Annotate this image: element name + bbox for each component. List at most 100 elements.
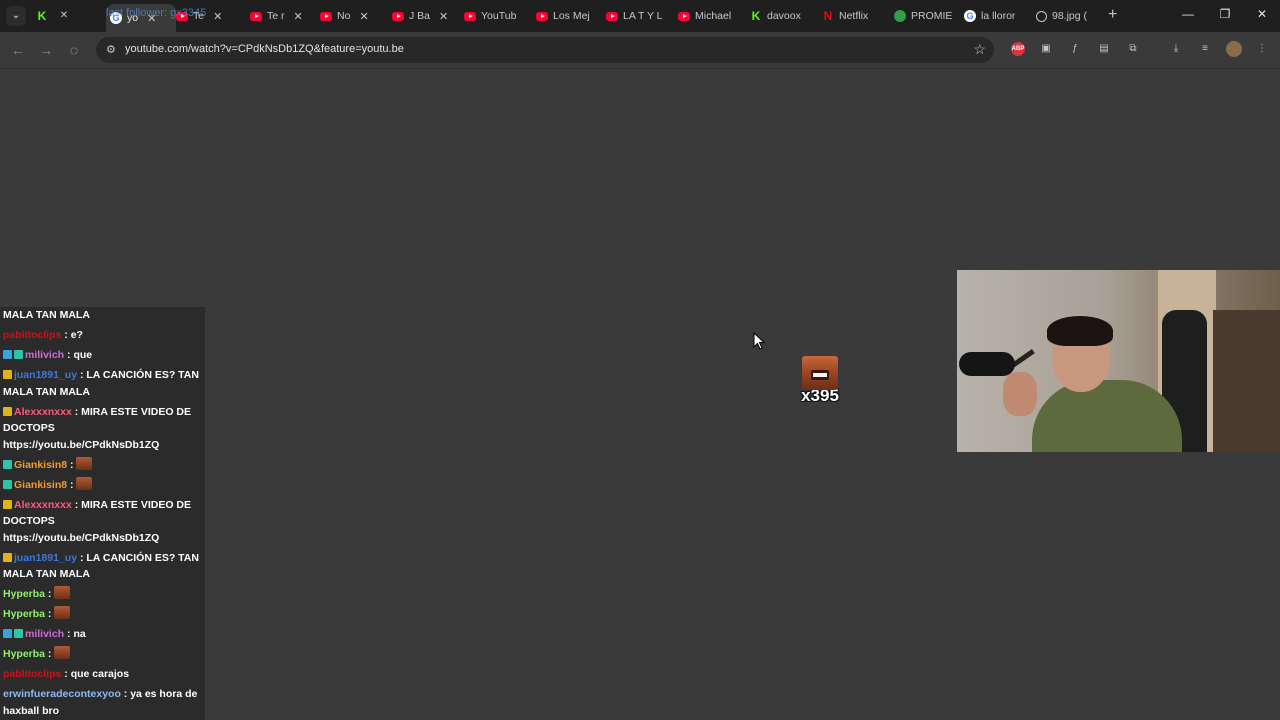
- tab-label: Te: [193, 10, 205, 22]
- tab-label: No: [337, 10, 351, 22]
- user-badge-icon: [14, 629, 23, 638]
- chat-message: erwinfueradecontexyoo : ya es hora de ha…: [0, 686, 205, 719]
- profile-avatar[interactable]: [1226, 41, 1242, 57]
- subscriber-badge-icon: [3, 370, 12, 379]
- tab-close-icon[interactable]: ✕: [213, 10, 222, 23]
- download-icon[interactable]: ⤓: [1169, 42, 1183, 56]
- tab-15[interactable]: 98.jpg (: [1036, 4, 1106, 28]
- tab-11[interactable]: Kdavoox: [750, 4, 820, 28]
- tab-label: yo: [127, 12, 139, 24]
- youtube-icon: [606, 11, 618, 21]
- kick-icon: K: [751, 9, 761, 23]
- site-info-icon[interactable]: ⚙: [106, 43, 116, 56]
- chat-message: Hyperba :: [0, 606, 205, 623]
- tab-14[interactable]: Gla lloror: [964, 4, 1032, 28]
- youtube-icon: [320, 11, 332, 21]
- tab-2[interactable]: Gyo ✕: [106, 4, 176, 32]
- chat-message: Hyperba :: [0, 646, 205, 663]
- webcam-overlay: [957, 270, 1280, 452]
- puzzle-icon[interactable]: ⧉: [1126, 42, 1140, 56]
- user-badge-icon: [3, 629, 12, 638]
- new-tab-plus-icon[interactable]: +: [1108, 7, 1117, 23]
- tab-strip: ⌄ K ✕ Gyo ✕ Te ✕ Te r ✕ No ✕ J Ba ✕ YouTub Los Mej LA …: [0, 0, 1280, 32]
- chat-username[interactable]: juan1891_uy: [14, 369, 77, 381]
- chat-username[interactable]: juan1891_uy: [14, 552, 77, 564]
- chat-username[interactable]: pablitoclips: [3, 668, 61, 680]
- chat-username[interactable]: Alexxxnxxx: [14, 499, 72, 511]
- address-bar[interactable]: ⚙ youtube.com/watch?v=CPdkNsDb1ZQ&featur…: [96, 37, 994, 63]
- chat-separator: :: [77, 551, 87, 564]
- bookmark-star-icon[interactable]: ☆: [973, 41, 986, 58]
- back-arrow-icon[interactable]: ←: [8, 41, 28, 59]
- tab-8[interactable]: Los Mej: [536, 4, 608, 28]
- chat-emote-icon: [54, 646, 71, 659]
- user-badge-icon: [3, 350, 12, 359]
- reading-list-icon[interactable]: ≡: [1198, 42, 1212, 56]
- forward-arrow-icon[interactable]: →: [36, 41, 56, 59]
- tab-12[interactable]: N Netflix: [822, 4, 890, 28]
- tab-3[interactable]: Te ✕: [176, 4, 242, 28]
- webcam-streamer-hand: [1003, 372, 1037, 416]
- tab-6[interactable]: J Ba ✕: [392, 4, 454, 28]
- tab-close-icon[interactable]: ✕: [147, 12, 156, 25]
- user-badge-icon: [3, 479, 12, 489]
- chat-separator: :: [71, 405, 82, 418]
- chat-message: Giankisin8 :: [0, 456, 205, 474]
- tab-label: PROMIE: [911, 10, 953, 22]
- close-window-icon[interactable]: ✕: [1239, 7, 1280, 21]
- chat-message: Alexxxnxxx : MIRA ESTE VIDEO DE DOCTOPS …: [0, 404, 205, 454]
- chat-message: Alexxxnxxx : MIRA ESTE VIDEO DE DOCTOPS …: [0, 497, 205, 547]
- chat-username[interactable]: Giankisin8: [14, 459, 67, 471]
- chat-username[interactable]: Alexxxnxxx: [14, 406, 72, 418]
- chat-username[interactable]: pablitoclips: [3, 329, 61, 341]
- chat-emote-icon: [54, 586, 71, 599]
- tab-label: Michael: [695, 10, 732, 22]
- mute-icon: ✕: [59, 10, 69, 21]
- subscriber-badge-icon: [3, 406, 12, 416]
- tab-5[interactable]: No ✕: [320, 4, 382, 28]
- tab-1[interactable]: ✕: [58, 4, 80, 28]
- chat-username[interactable]: Hyperba: [3, 608, 45, 620]
- tab-4[interactable]: Te r ✕: [250, 4, 312, 28]
- user-badge-icon: [3, 459, 12, 469]
- menu-kebab-icon[interactable]: ⋮: [1255, 42, 1269, 56]
- chat-message: pablitoclips : e?: [0, 327, 205, 344]
- chat-message: milivich : na: [0, 626, 205, 643]
- tab-7[interactable]: YouTub: [464, 4, 532, 28]
- chat-username[interactable]: Hyperba: [3, 648, 45, 660]
- chat-text: e?: [70, 329, 83, 341]
- media-icon[interactable]: ▤: [1097, 42, 1111, 56]
- chat-separator: :: [120, 688, 131, 700]
- youtube-icon: [250, 11, 262, 21]
- tab-label: Netflix: [839, 10, 869, 22]
- abp-icon[interactable]: ABP: [1011, 42, 1025, 56]
- chat-username[interactable]: Giankisin8: [14, 479, 67, 491]
- chat-separator: :: [67, 478, 77, 491]
- youtube-icon: [536, 11, 548, 21]
- chat-message-list: MALA TAN MALA pablitoclips : e? milivich :…: [0, 307, 205, 719]
- chat-text: que: [73, 349, 93, 361]
- loading-spinner-icon[interactable]: ◌: [64, 41, 84, 59]
- chat-message: milivich : que: [0, 347, 205, 364]
- webcam-shelf: [1213, 310, 1280, 452]
- google-icon: G: [964, 10, 976, 22]
- netflix-icon: N: [823, 9, 833, 23]
- tab-close-icon[interactable]: ✕: [359, 10, 368, 23]
- script-icon[interactable]: ƒ: [1068, 42, 1082, 56]
- chat-username[interactable]: Hyperba: [3, 588, 45, 600]
- chat-username[interactable]: erwinfueradecontexyoo: [3, 688, 121, 700]
- tab-13[interactable]: PROMIE: [894, 4, 964, 28]
- tab-close-icon[interactable]: ✕: [294, 10, 303, 23]
- google-icon: G: [110, 12, 122, 24]
- chat-username[interactable]: milivich: [25, 628, 64, 640]
- screenshot-icon[interactable]: ▣: [1039, 42, 1053, 56]
- tab-search-chevron-icon[interactable]: ⌄: [6, 6, 26, 26]
- page-divider: [0, 68, 1280, 69]
- tab-9[interactable]: LA T Y L: [606, 4, 678, 28]
- tab-10[interactable]: Michael: [678, 4, 748, 28]
- tab-close-icon[interactable]: ✕: [439, 10, 448, 23]
- chat-username[interactable]: milivich: [25, 349, 64, 361]
- url-text[interactable]: youtube.com/watch?v=CPdkNsDb1ZQ&feature=…: [125, 43, 404, 55]
- chat-message: juan1891_uy : LA CANCIÓN ES? TAN MALA TA…: [0, 550, 205, 583]
- tab-0[interactable]: K: [36, 4, 58, 28]
